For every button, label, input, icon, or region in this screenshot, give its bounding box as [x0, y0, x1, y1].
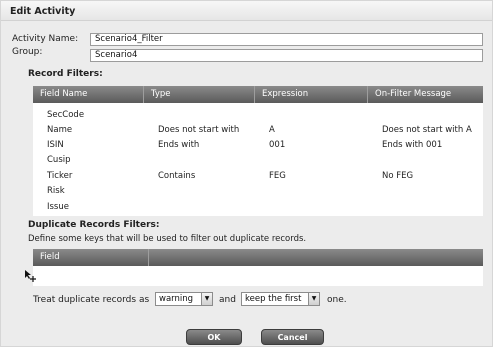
cell-type: Ends with [158, 140, 200, 150]
table-row[interactable]: Cusip [33, 153, 483, 167]
duplicate-filters-header: Field [33, 249, 483, 266]
dialog-title-bar: Edit Activity [1, 1, 492, 21]
arrow-with-plus-icon [24, 269, 38, 283]
cell-message: No FEG [382, 171, 414, 181]
table-row[interactable]: SecCode [33, 108, 483, 122]
cell-message: Does not start with A [382, 125, 472, 135]
column-header-type[interactable]: Type [144, 86, 255, 103]
column-header-expression[interactable]: Expression [255, 86, 368, 103]
dialog-title: Edit Activity [10, 6, 76, 17]
cell-type: Does not start with [158, 125, 240, 135]
record-filters-title: Record Filters: [28, 69, 103, 79]
table-row[interactable]: Name Does not start with A Does not star… [33, 123, 483, 137]
cell-field: Risk [47, 186, 65, 196]
cell-type: Contains [158, 171, 196, 181]
table-row[interactable]: Issue [33, 200, 483, 214]
and-label: and [219, 295, 236, 305]
cell-field: Name [47, 125, 73, 135]
cell-expression: FEG [269, 171, 286, 181]
keep-select[interactable]: keep the first ▼ [241, 292, 320, 306]
column-header-field-name[interactable]: Field Name [33, 86, 144, 103]
ok-button[interactable]: OK [186, 329, 242, 345]
duplicate-filters-grid[interactable] [33, 266, 483, 286]
one-label: one. [327, 295, 347, 305]
cancel-button[interactable]: Cancel [261, 329, 324, 345]
cell-field: SecCode [47, 110, 85, 120]
group-field[interactable]: Scenario4 [90, 49, 483, 62]
cell-message: Ends with 001 [382, 140, 443, 150]
treat-as-select[interactable]: warning ▼ [155, 292, 213, 306]
treat-as-select-value: warning [159, 294, 194, 304]
table-row[interactable]: Ticker Contains FEG No FEG [33, 169, 483, 183]
group-label: Group: [12, 47, 43, 57]
column-header-on-filter-message[interactable]: On-Filter Message [368, 86, 483, 103]
cell-field: ISIN [47, 140, 64, 150]
record-filters-header: Field Name Type Expression On-Filter Mes… [33, 86, 483, 103]
table-row[interactable]: ISIN Ends with 001 Ends with 001 [33, 138, 483, 152]
chevron-down-icon: ▼ [308, 293, 319, 305]
activity-name-label: Activity Name: [12, 34, 79, 44]
column-header-field[interactable]: Field [33, 249, 149, 266]
cell-field: Cusip [47, 155, 71, 165]
chevron-down-icon: ▼ [201, 293, 212, 305]
cell-expression: 001 [269, 140, 286, 150]
treat-duplicates-label: Treat duplicate records as [33, 295, 150, 305]
duplicate-filters-description: Define some keys that will be used to fi… [28, 234, 307, 244]
keep-select-value: keep the first [245, 294, 302, 304]
cell-field: Issue [47, 202, 69, 212]
activity-name-field[interactable]: Scenario4_Filter [90, 33, 483, 46]
duplicate-filters-title: Duplicate Records Filters: [28, 220, 160, 230]
cell-expression: A [269, 125, 275, 135]
cell-field: Ticker [47, 171, 73, 181]
record-filters-grid: SecCode Name Does not start with A Does … [33, 103, 483, 216]
table-row[interactable]: Risk [33, 184, 483, 198]
